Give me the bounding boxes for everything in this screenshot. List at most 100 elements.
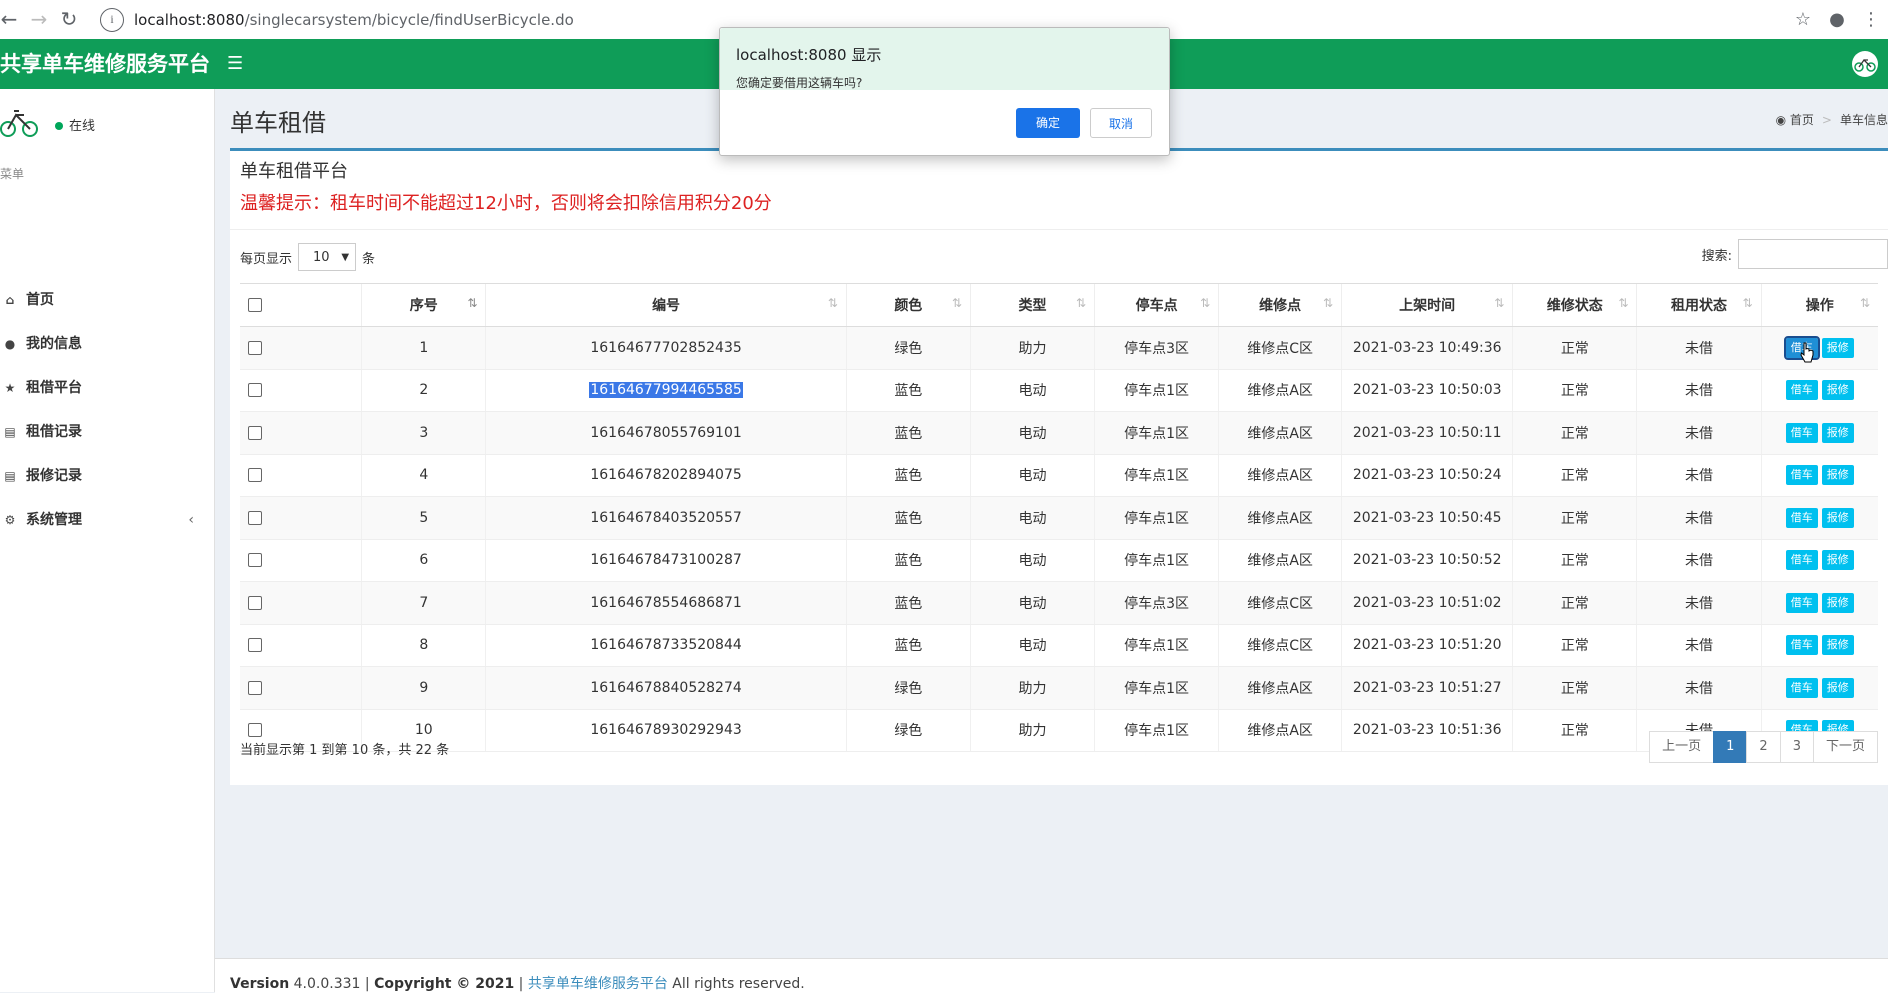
report-repair-button[interactable]: 报修 [1821,677,1854,698]
sort-icon: ⇅ [1200,296,1211,310]
back-icon[interactable]: ← [0,4,24,34]
report-repair-button[interactable]: 报修 [1821,422,1854,443]
footer-link[interactable]: 共享单车维修服务平台 [528,976,668,992]
row-checkbox[interactable] [248,510,262,525]
checkbox[interactable] [248,298,262,312]
table-cell-type: 电动 [969,411,1095,455]
cell-value: 维修点A区 [1247,680,1313,697]
table-cell-code: 16164678403520557 [485,496,847,540]
forward-icon[interactable]: → [24,4,54,34]
column-header[interactable]: 维修点 ⇅ [1218,283,1342,327]
report-repair-button[interactable]: 报修 [1821,592,1854,613]
column-header[interactable]: 序号 ⇅ [361,283,486,327]
borrow-button[interactable]: 借车 [1785,465,1818,486]
column-header[interactable]: 租用状态 ⇅ [1636,283,1762,327]
table-cell-rstatus: 正常 [1512,539,1637,582]
cell-value: 助力 [1018,680,1047,697]
row-checkbox[interactable] [248,383,262,398]
site-info-icon[interactable]: i [100,7,124,32]
breadcrumb-home[interactable]: 首页 [1790,113,1814,127]
cell-value: 未借 [1684,595,1713,612]
sidebar-item-home[interactable]: ⌂ 首页 [0,278,200,322]
row-checkbox[interactable] [248,723,262,738]
column-header[interactable]: 颜色 ⇅ [845,283,971,327]
column-header[interactable]: 类型 ⇅ [969,283,1095,327]
cell-value: 蓝色 [894,638,923,655]
table-cell-lstatus: 未借 [1636,411,1762,455]
table-cell-color: 蓝色 [845,369,971,412]
table-cell-code: 16164678733520844 [485,624,847,667]
report-repair-button[interactable]: 报修 [1821,507,1854,528]
table-cell-actions: 借车 报修 [1760,454,1878,497]
report-repair-button[interactable]: 报修 [1821,465,1854,486]
borrow-button[interactable]: 借车 [1785,380,1818,401]
table-cell-type: 电动 [969,581,1095,625]
report-repair-button[interactable]: 报修 [1821,337,1854,358]
cell-value: 16164677702852435 [590,339,742,356]
column-header[interactable]: 编号 ⇅ [485,283,847,327]
table-cell-actions: 借车 报修 [1760,666,1878,710]
cell-value: 5 [419,509,429,526]
borrow-button[interactable]: 借车 [1785,422,1818,443]
bookmark-star-icon[interactable]: ☆ [1786,9,1820,30]
borrow-button[interactable]: 借车 [1785,635,1818,656]
more-icon[interactable]: ⋮ [1854,9,1888,30]
row-checkbox[interactable] [248,553,262,568]
report-repair-button[interactable]: 报修 [1821,550,1854,571]
sidebar-item-repair-records[interactable]: ▤ 报修记录 [0,454,200,498]
table-cell-color: 蓝色 [845,411,971,455]
row-checkbox[interactable] [248,468,262,483]
mouse-cursor-icon [1800,342,1814,363]
confirm-ok-button[interactable]: 确定 [1016,108,1080,138]
row-checkbox[interactable] [248,425,262,440]
home-icon: ⌂ [5,293,15,307]
cell-value: 3 [419,424,429,441]
sidebar-item-my-info[interactable]: ● 我的信息 [0,322,200,366]
profile-icon[interactable]: ● [1820,9,1854,30]
cell-value: 电动 [1018,383,1047,400]
row-checkbox[interactable] [248,340,262,355]
select-all-checkbox[interactable] [240,283,362,327]
length-suffix: 条 [362,251,376,267]
borrow-button[interactable]: 借车 [1785,507,1818,528]
sidebar-item-rental-platform[interactable]: ★ 租借平台 [0,366,200,410]
page-button-1[interactable]: 1 [1713,731,1748,763]
column-header[interactable]: 操作 ⇅ [1760,283,1878,327]
search-label: 搜索: [1701,248,1732,264]
cell-value: 2021-03-23 10:51:36 [1352,722,1502,739]
user-avatar-icon[interactable] [1852,51,1878,77]
row-checkbox[interactable] [248,638,262,653]
app-brand[interactable]: 共享单车维修服务平台 [0,39,210,89]
borrow-button[interactable]: 借车 [1785,550,1818,571]
page-length-select[interactable]: 10 ▼ [298,243,357,271]
table-cell-time: 2021-03-23 10:50:45 [1341,496,1513,540]
table-cell-type: 电动 [969,539,1095,582]
table-cell-code: 16164678202894075 [485,454,847,497]
prev-page-button[interactable]: 上一页 [1649,731,1715,763]
report-repair-button[interactable]: 报修 [1821,380,1854,401]
column-header[interactable]: 维修状态 ⇅ [1512,283,1637,327]
table-cell-park: 停车点3区 [1094,326,1219,370]
table-cell-lstatus: 未借 [1636,369,1762,412]
column-header[interactable]: 停车点 ⇅ [1094,283,1219,327]
borrow-button[interactable]: 借车 [1785,677,1818,698]
row-checkbox[interactable] [248,595,262,610]
sidebar-item-system-management[interactable]: ⚙ 系统管理 ‹ [0,498,200,542]
next-page-button[interactable]: 下一页 [1812,731,1878,763]
column-header[interactable]: 上架时间 ⇅ [1341,283,1513,327]
page-button-2[interactable]: 2 [1746,731,1781,763]
reload-icon[interactable]: ↻ [54,4,84,34]
menu-toggle-icon[interactable]: ☰ [227,39,243,89]
table-cell-rstatus: 正常 [1512,496,1637,540]
sort-icon: ⇅ [827,296,838,310]
cell-value: 2 [419,382,429,399]
sidebar-item-rental-records[interactable]: ▤ 租借记录 [0,410,200,454]
sort-icon: ⇅ [1323,296,1334,310]
row-checkbox[interactable] [248,680,262,695]
borrow-button[interactable]: 借车 [1785,592,1818,613]
page-button-3[interactable]: 3 [1779,731,1814,763]
search-input[interactable] [1738,239,1888,269]
column-header-label: 维修点 [1259,298,1302,314]
confirm-cancel-button[interactable]: 取消 [1090,108,1152,138]
report-repair-button[interactable]: 报修 [1821,635,1854,656]
